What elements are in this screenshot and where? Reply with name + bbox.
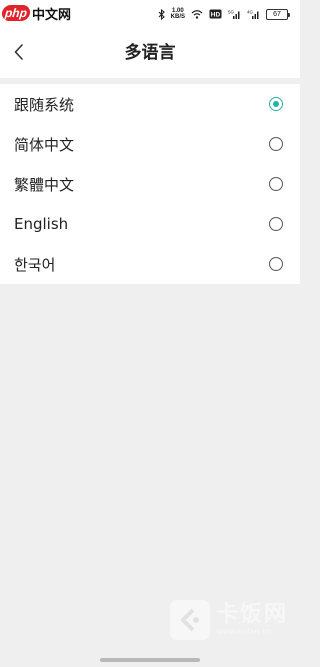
radio-button[interactable] xyxy=(269,217,283,231)
battery-icon: 67 xyxy=(266,8,290,20)
bluetooth-icon xyxy=(158,8,165,20)
back-button[interactable] xyxy=(6,39,32,65)
home-indicator[interactable] xyxy=(100,658,200,662)
svg-text:5G: 5G xyxy=(228,10,235,15)
language-option-label: 跟随系统 xyxy=(14,95,75,114)
language-option-follow-system[interactable]: 跟随系统 xyxy=(0,84,300,124)
kafan-watermark-title: 卡饭网 xyxy=(215,602,288,627)
status-icons: 1.00 KB/S HD 5G 4G 67 xyxy=(158,6,290,22)
kafan-watermark-url: www.kafan.cn xyxy=(215,627,272,636)
hd-icon: HD xyxy=(209,9,222,19)
language-option-label: 繁體中文 xyxy=(14,175,75,194)
radio-button[interactable] xyxy=(269,257,283,271)
language-option-label: 简体中文 xyxy=(14,135,75,154)
radio-button[interactable] xyxy=(269,177,283,191)
wifi-icon xyxy=(191,10,203,19)
signal-icon: 5G xyxy=(228,10,240,19)
radio-button[interactable] xyxy=(269,137,283,151)
signal-icon: 4G xyxy=(247,10,259,19)
language-option-traditional-chinese[interactable]: 繁體中文 xyxy=(0,164,300,204)
language-option-simplified-chinese[interactable]: 简体中文 xyxy=(0,124,300,164)
language-option-list: 跟随系统 简体中文 繁體中文 English 한국어 xyxy=(0,84,300,284)
php-watermark: php 中文网 xyxy=(1,3,72,23)
header: 多语言 xyxy=(0,28,300,78)
kafan-logo-icon xyxy=(169,600,210,640)
page-title: 多语言 xyxy=(124,43,176,63)
svg-text:4G: 4G xyxy=(247,10,254,15)
php-watermark-text: 中文网 xyxy=(32,7,72,23)
php-badge: php xyxy=(1,5,31,21)
network-speed-unit: KB/S xyxy=(170,14,185,20)
kafan-watermark: 卡饭网 www.kafan.cn xyxy=(169,598,288,642)
language-option-korean[interactable]: 한국어 xyxy=(0,244,300,284)
network-speed-icon: 1.00 KB/S xyxy=(171,8,185,20)
language-option-english[interactable]: English xyxy=(0,204,300,244)
status-bar: php 中文网 1.00 KB/S HD 5G 4G 67 xyxy=(0,0,300,28)
radio-button-checked[interactable] xyxy=(269,97,283,111)
language-option-label: English xyxy=(14,215,69,233)
hd-label: HD xyxy=(211,12,221,19)
chevron-left-icon xyxy=(14,44,23,60)
language-option-label: 한국어 xyxy=(14,255,56,274)
